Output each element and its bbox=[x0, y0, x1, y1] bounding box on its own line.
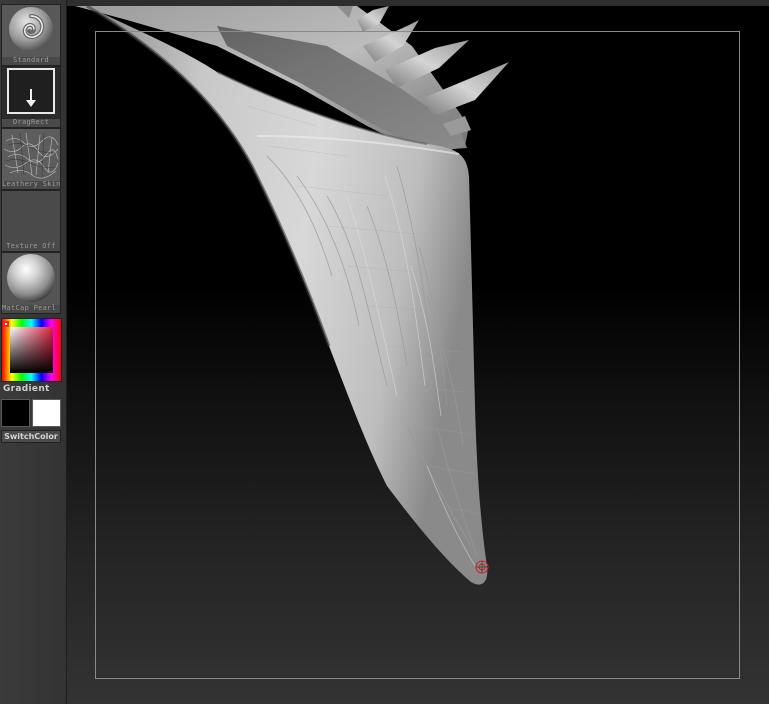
alpha-label: Leathery Skin1S bbox=[2, 180, 60, 188]
stroke-label: DragRect bbox=[12, 118, 50, 126]
gradient-label: Gradient bbox=[3, 384, 50, 394]
material-button[interactable]: MatCap Pearl Ca bbox=[1, 252, 61, 314]
sculpted-creature-jaw-model bbox=[75, 6, 509, 585]
standard-brush-swirl-icon bbox=[2, 5, 60, 57]
secondary-color-swatch[interactable] bbox=[32, 399, 61, 427]
leathery-skin-alpha-icon bbox=[2, 129, 60, 181]
saturation-brightness-square[interactable] bbox=[10, 327, 53, 373]
color-selection-marker bbox=[3, 321, 9, 327]
document-canvas[interactable] bbox=[67, 6, 769, 704]
texture-label: Texture Off bbox=[6, 242, 56, 250]
matcap-pearl-sphere-icon bbox=[2, 253, 60, 305]
left-tray: Standard DragRect Leathery Skin Texture … bbox=[0, 0, 67, 704]
main-color-swatch[interactable] bbox=[1, 399, 30, 427]
stroke-button[interactable]: DragRect bbox=[1, 66, 61, 128]
texture-off-icon bbox=[2, 191, 60, 243]
material-label: MatCap Pearl Ca bbox=[2, 304, 60, 312]
alpha-button[interactable]: Leathery Skin1S bbox=[1, 128, 61, 190]
texture-button[interactable]: Texture Off bbox=[1, 190, 61, 252]
switch-color-button[interactable]: SwitchColor bbox=[1, 430, 61, 443]
brush-label: Standard bbox=[12, 56, 50, 64]
color-picker[interactable] bbox=[1, 318, 62, 382]
brush-button[interactable]: Standard bbox=[1, 4, 61, 66]
dragrect-arrow-down-icon bbox=[2, 67, 60, 119]
brush-cursor-icon bbox=[475, 560, 489, 574]
